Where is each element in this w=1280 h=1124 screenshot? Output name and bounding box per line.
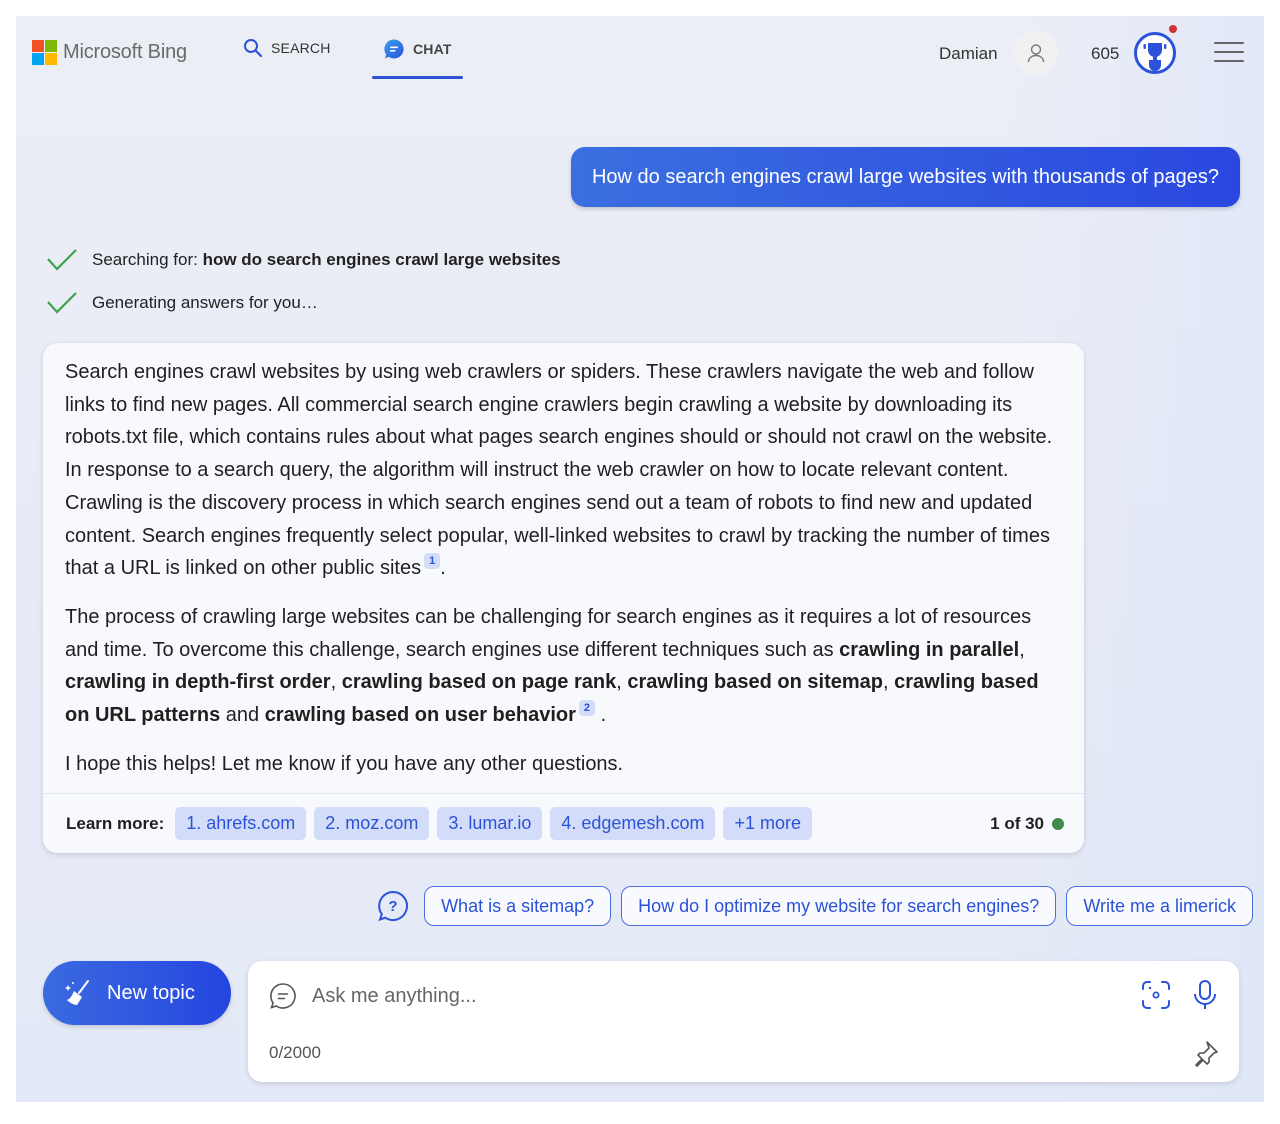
pin-icon[interactable] — [1188, 1037, 1222, 1071]
visual-search-icon[interactable] — [1139, 978, 1173, 1012]
character-count: 0/2000 — [269, 1043, 321, 1062]
brand-name: Microsoft Bing — [63, 41, 187, 63]
citation-2[interactable]: 2 — [578, 700, 596, 717]
progress-searching-text: Searching for: how do search engines cra… — [92, 250, 561, 270]
menu-icon — [1214, 42, 1244, 44]
new-topic-label: New topic — [107, 981, 195, 1004]
separator: and — [220, 704, 265, 727]
menu-icon-line — [1214, 51, 1244, 53]
progress-generating-text: Generating answers for you… — [92, 293, 318, 312]
tab-search-label: SEARCH — [271, 40, 331, 56]
technique: crawling in parallel — [839, 638, 1020, 661]
answer-paragraph-1: Search engines crawl websites by using w… — [65, 356, 1065, 585]
suggestions-row: ? What is a sitemap? How do I optimize m… — [376, 886, 1253, 926]
technique: crawling based on user behavior — [264, 704, 576, 727]
composer: 0/2000 — [248, 961, 1239, 1082]
menu-icon-line — [1214, 60, 1244, 62]
checkmark-icon — [47, 292, 77, 314]
help-bubble-icon[interactable]: ? — [376, 889, 410, 923]
status-dot-icon — [1052, 817, 1064, 830]
suggestion-chip[interactable]: Write me a limerick — [1066, 886, 1253, 926]
answer-paragraph-2: The process of crawling large websites c… — [65, 601, 1065, 732]
checkmark-icon — [47, 249, 77, 271]
answer-text: Search engines crawl websites by using w… — [65, 361, 1053, 580]
technique: crawling based on sitemap — [627, 671, 883, 694]
ask-input[interactable] — [312, 978, 1132, 1014]
notification-dot — [1169, 25, 1177, 33]
tab-chat-label: CHAT — [413, 41, 452, 57]
chat-icon — [270, 983, 296, 1009]
suggestion-chip[interactable]: How do I optimize my website for search … — [621, 886, 1057, 926]
person-icon — [1027, 44, 1045, 63]
separator: , — [882, 671, 895, 694]
microphone-icon[interactable] — [1188, 978, 1222, 1012]
answer-body: Search engines crawl websites by using w… — [65, 356, 1065, 796]
tab-chat[interactable]: CHAT — [383, 38, 452, 60]
rewards-points[interactable]: 605 — [1091, 44, 1119, 64]
tab-search[interactable]: SEARCH — [243, 38, 331, 58]
search-query: how do search engines crawl large websit… — [202, 250, 561, 269]
progress-generating: Generating answers for you… — [46, 290, 318, 316]
source-link[interactable]: 3. lumar.io — [437, 807, 543, 840]
progress-searching: Searching for: how do search engines cra… — [46, 247, 561, 273]
search-icon — [244, 39, 263, 58]
broom-icon — [65, 980, 89, 1005]
technique: crawling in depth-first order — [65, 671, 331, 694]
active-tab-indicator — [372, 76, 463, 79]
suggestion-chip[interactable]: What is a sitemap? — [424, 886, 612, 926]
turn-counter: 1 of 30 — [990, 814, 1064, 834]
user-name[interactable]: Damian — [939, 44, 998, 64]
answer-paragraph-3: I hope this helps! Let me know if you ha… — [65, 752, 624, 775]
answer-card: Search engines crawl websites by using w… — [43, 343, 1084, 853]
source-link[interactable]: 4. edgemesh.com — [550, 807, 716, 840]
period: . — [600, 704, 607, 727]
rewards-button[interactable] — [1133, 25, 1177, 75]
learn-more-label: Learn more: — [66, 813, 165, 833]
user-message-text: How do search engines crawl large websit… — [591, 165, 1219, 188]
separator: , — [616, 671, 628, 694]
card-divider — [43, 793, 1084, 794]
citation-1[interactable]: 1 — [424, 553, 441, 570]
trophy-icon — [1134, 32, 1176, 74]
svg-text:?: ? — [388, 898, 397, 915]
progress-prefix: Searching for: — [92, 250, 203, 269]
chat-bubble-icon — [384, 39, 404, 59]
microsoft-logo-icon — [32, 40, 57, 65]
period: . — [440, 557, 446, 580]
new-topic-button[interactable]: New topic — [43, 961, 231, 1025]
turn-counter-text: 1 of 30 — [990, 813, 1044, 833]
avatar[interactable] — [1014, 31, 1058, 75]
more-sources-button[interactable]: +1 more — [723, 807, 812, 840]
source-link[interactable]: 1. ahrefs.com — [175, 807, 307, 840]
technique: crawling based on page rank — [341, 671, 617, 694]
hamburger-menu-button[interactable] — [1214, 42, 1244, 64]
separator: , — [1019, 638, 1025, 661]
separator: , — [330, 671, 342, 694]
learn-more-row: Learn more: 1. ahrefs.com 2. moz.com 3. … — [66, 807, 1064, 840]
user-message-bubble: How do search engines crawl large websit… — [570, 147, 1240, 207]
bing-logo[interactable]: Microsoft Bing — [32, 40, 187, 65]
source-link[interactable]: 2. moz.com — [314, 807, 430, 840]
